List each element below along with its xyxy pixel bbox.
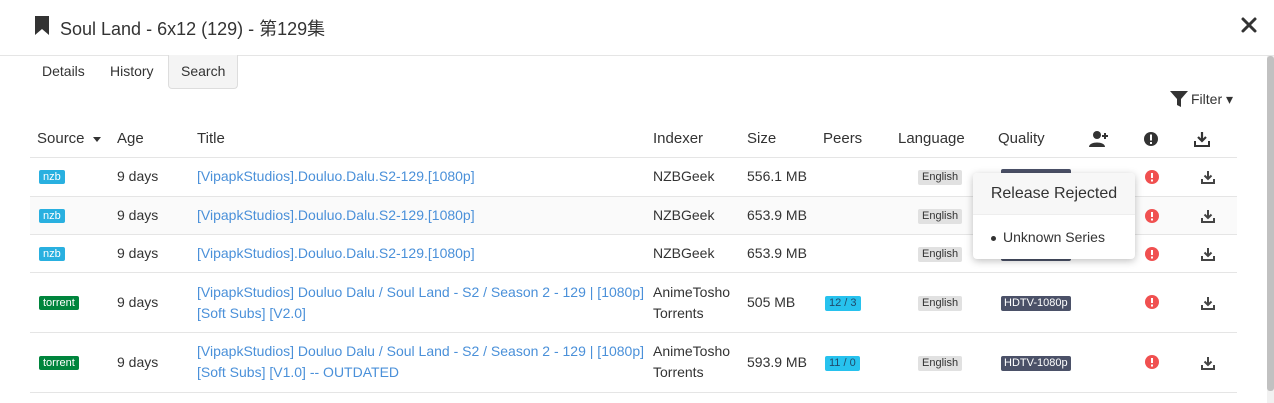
tab-history[interactable]: History [110,55,154,89]
indexer-line: AnimeTosho [653,284,731,300]
table-header: Source Age Title Indexer Size Peers Lang… [30,120,1237,158]
release-title-line: [VipapkStudios] Douluo Dalu / Soul Land … [197,284,645,300]
language-badge: English [918,296,963,311]
indexer-cell: NZBGeek [653,168,715,184]
popover-title: Release Rejected [973,173,1135,215]
rejected-icon[interactable] [1145,355,1159,369]
release-title-link[interactable]: [VipapkStudios].Douluo.Dalu.S2-129.[1080… [197,205,475,226]
protocol-badge: torrent [39,296,79,310]
exclamation-circle-icon[interactable] [1143,130,1159,148]
age-cell: 9 days [117,294,159,310]
age-cell: 9 days [117,207,159,223]
rejected-icon[interactable] [1145,170,1159,184]
column-header-indexer[interactable]: Indexer [653,130,703,147]
column-header-peers[interactable]: Peers [823,130,862,147]
protocol-badge: nzb [39,170,65,184]
scrollbar-thumb[interactable] [1267,56,1274,391]
column-header-title[interactable]: Title [197,130,225,147]
column-header-language[interactable]: Language [898,130,965,147]
indexer-line: Torrents [653,305,704,321]
sort-down-icon [92,136,101,142]
indexer-line: Torrents [653,364,704,380]
peers-badge: 11 / 0 [825,356,860,371]
table-row: torrent 9 days [VipapkStudios] Douluo Da… [30,333,1237,393]
download-icon[interactable] [1201,248,1215,261]
protocol-badge: nzb [39,247,65,261]
rejected-icon[interactable] [1145,247,1159,261]
tab-search[interactable]: Search [168,55,239,89]
download-icon[interactable] [1201,171,1215,184]
quality-badge: HDTV-1080p [1001,296,1071,311]
release-title-link[interactable]: [VipapkStudios].Douluo.Dalu.S2-129.[1080… [197,166,475,187]
language-badge: English [918,247,963,262]
rejected-icon[interactable] [1145,209,1159,223]
bullet-icon [991,235,996,241]
size-cell: 653.9 MB [747,245,807,261]
filter-button[interactable]: Filter ▾ [1170,89,1233,109]
column-header-source-label: Source [37,130,85,147]
table-row: torrent 9 days [VipapkStudios] Douluo Da… [30,273,1237,333]
age-cell: 9 days [117,245,159,261]
release-rejected-popover: Release Rejected Unknown Series [973,173,1135,259]
indexer-line: AnimeTosho [653,343,731,359]
release-title-line: [Soft Subs] [V1.0] -- OUTDATED [197,364,400,380]
age-cell: 9 days [117,354,159,370]
download-icon[interactable] [1201,297,1215,310]
download-icon[interactable] [1201,357,1215,370]
filter-label: Filter ▾ [1191,90,1234,107]
bookmark-icon [35,16,49,35]
indexer-cell: NZBGeek [653,207,715,223]
indexer-cell: NZBGeek [653,245,715,261]
tab-details[interactable]: Details [42,55,85,89]
release-title-link[interactable]: [VipapkStudios] Douluo Dalu / Soul Land … [197,282,644,324]
release-title-link[interactable]: [VipapkStudios].Douluo.Dalu.S2-129.[1080… [197,243,475,264]
column-header-quality[interactable]: Quality [998,130,1045,147]
modal-title: Soul Land - 6x12 (129) - 第129集 [60,19,326,39]
release-title-line: [Soft Subs] [V2.0] [197,305,306,321]
download-icon[interactable] [1201,210,1215,223]
column-header-age[interactable]: Age [117,130,144,147]
language-badge: English [918,356,963,371]
column-header-source[interactable]: Source [37,130,101,147]
age-cell: 9 days [117,168,159,184]
quality-badge: HDTV-1080p [1001,356,1071,371]
language-badge: English [918,170,963,185]
close-icon[interactable] [1240,16,1258,34]
protocol-badge: nzb [39,209,65,223]
download-icon[interactable] [1194,130,1210,148]
language-badge: English [918,209,963,224]
filter-icon [1170,91,1188,107]
size-cell: 653.9 MB [747,207,807,223]
peers-badge: 12 / 3 [825,296,861,311]
modal-header: Soul Land - 6x12 (129) - 第129集 [0,0,1274,56]
indexer-cell: AnimeTosho Torrents [653,341,730,383]
indexer-cell: AnimeTosho Torrents [653,282,730,324]
size-cell: 556.1 MB [747,168,807,184]
release-title-link[interactable]: [VipapkStudios] Douluo Dalu / Soul Land … [197,341,644,383]
size-cell: 593.9 MB [747,354,807,370]
rejection-reason: Unknown Series [1003,229,1105,245]
column-header-size[interactable]: Size [747,130,776,147]
release-title-line: [VipapkStudios] Douluo Dalu / Soul Land … [197,343,645,359]
add-user-icon[interactable] [1089,130,1109,148]
popover-body: Unknown Series [973,215,1135,245]
size-cell: 505 MB [747,294,796,310]
protocol-badge: torrent [39,356,79,370]
rejected-icon[interactable] [1145,295,1159,309]
